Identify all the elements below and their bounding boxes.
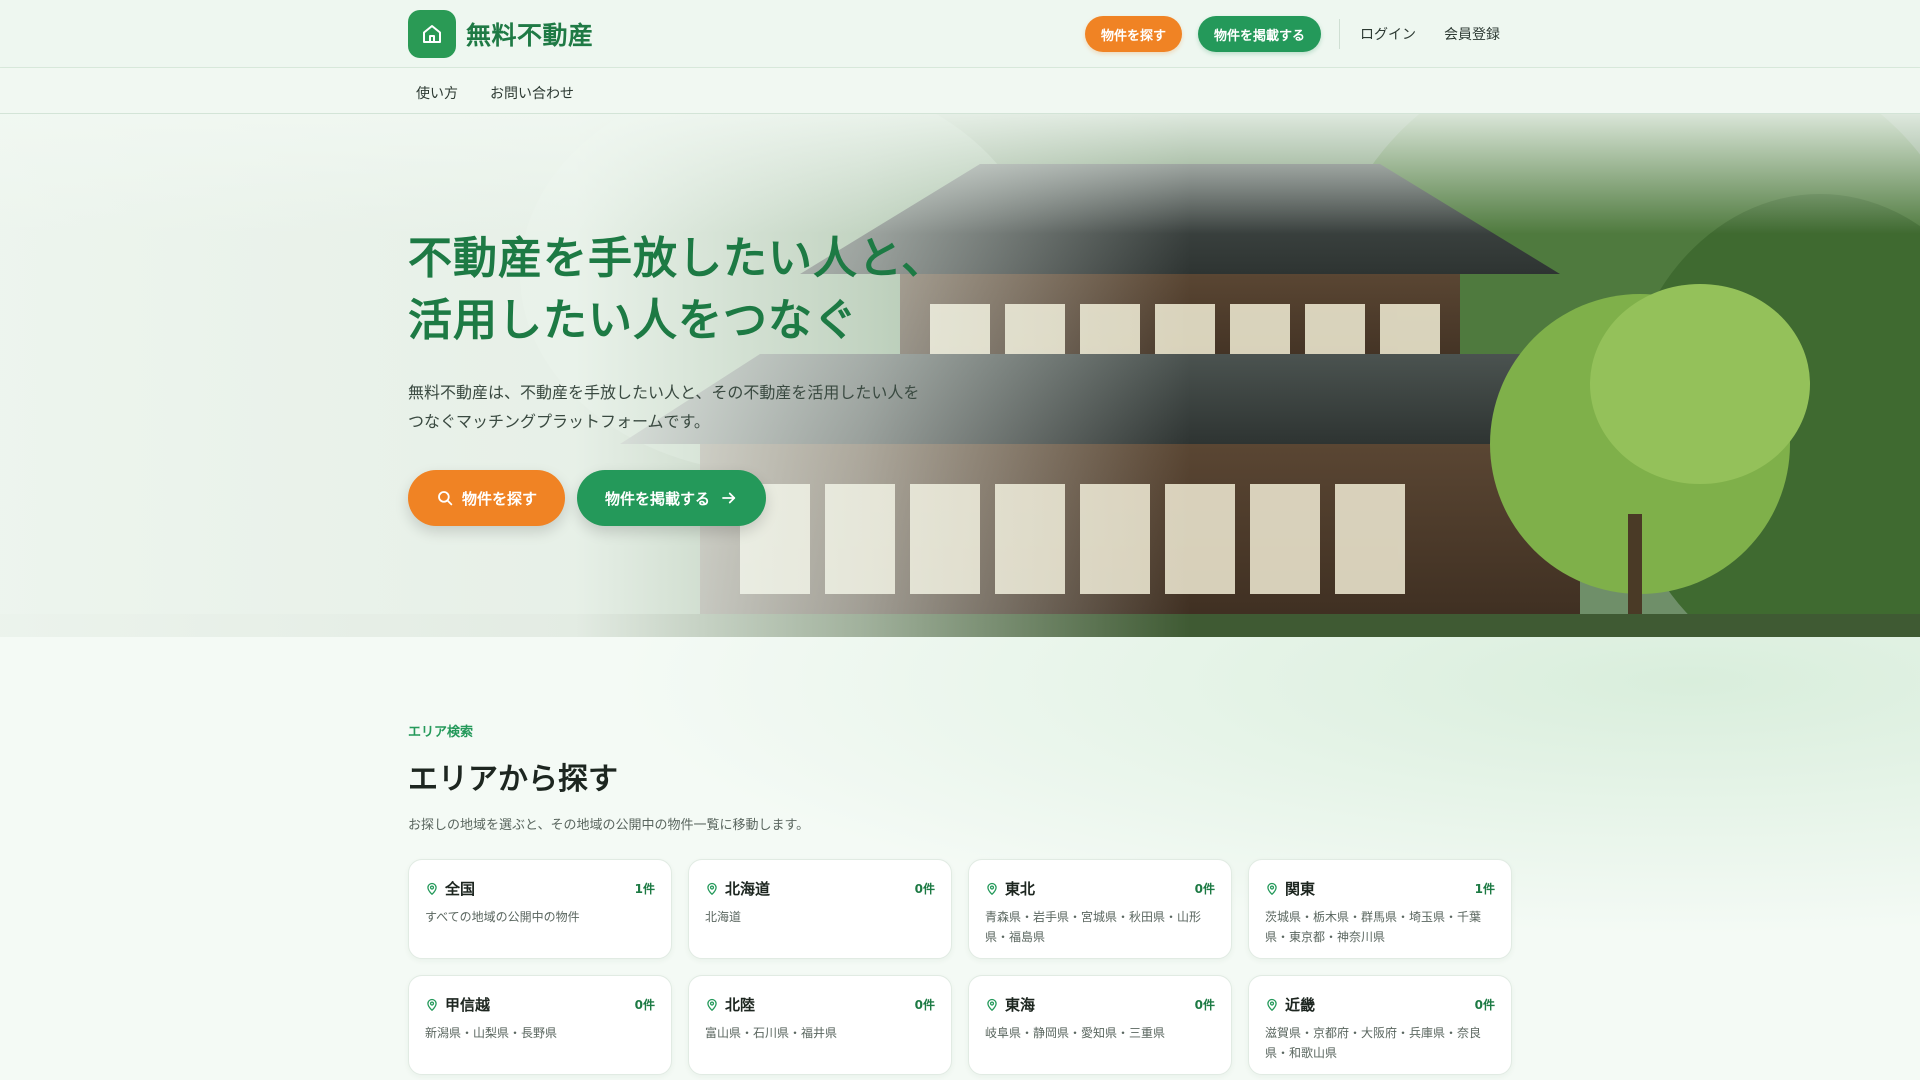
region-head: 東北	[985, 878, 1215, 899]
region-name: 関東	[1285, 880, 1316, 898]
region-head: 東海	[985, 994, 1215, 1015]
region-name: 東北	[1005, 880, 1036, 898]
region-prefectures: 茨城県・栃木県・群馬県・埼玉県・千葉県・東京都・神奈川県	[1265, 910, 1482, 944]
register-link[interactable]: 会員登録	[1444, 24, 1500, 44]
region-head: 関東	[1265, 878, 1495, 899]
region-prefectures: 滋賀県・京都府・大阪府・兵庫県・奈良県・和歌山県	[1265, 1026, 1482, 1060]
region-count: 0件	[914, 998, 935, 1012]
region-card[interactable]: 甲信越 0件新潟県・山梨県・長野県	[408, 975, 672, 1075]
region-prefectures: 岐阜県・静岡県・愛知県・三重県	[985, 1026, 1166, 1040]
area-description: お探しの地域を選ぶと、その地域の公開中の物件一覧に移動します。	[408, 818, 810, 833]
map-pin-icon	[427, 882, 437, 895]
hero-title: 不動産を手放したい人と、 活用したい人をつなぐ	[408, 228, 968, 352]
top-header: 無料不動産 物件を探す 物件を掲載する ログイン 会員登録	[0, 0, 1920, 68]
region-head: 近畿	[1265, 994, 1495, 1015]
region-card[interactable]: 北海道 0件 北海道	[688, 859, 952, 959]
area-eyebrow: エリア検索	[408, 725, 474, 740]
hero-buttons: 物件を探す 物件を掲載する	[408, 470, 968, 526]
site-logo[interactable]: 無料不動産	[408, 10, 594, 58]
map-pin-icon	[427, 998, 437, 1011]
hero-fade-top-overlay	[0, 114, 1920, 234]
hero-title-line-2: 活用したい人をつなぐ	[408, 295, 858, 346]
region-prefectures: 富山県・石川県・福井県	[705, 1026, 838, 1040]
region-card[interactable]: 全国 1件すべての地域の公開中の物件	[408, 859, 672, 959]
region-count: 0件	[1194, 882, 1215, 896]
hero-find-property-label: 物件を探す	[462, 489, 538, 508]
map-pin-icon	[707, 998, 717, 1011]
hero-post-property-button[interactable]: 物件を掲載する	[577, 470, 767, 526]
map-pin-icon	[707, 882, 717, 895]
map-pin-icon	[1267, 882, 1277, 895]
subnav-item-how-to-use[interactable]: 使い方	[416, 83, 458, 103]
hero-find-property-button[interactable]: 物件を探す	[408, 470, 566, 526]
header-actions: 物件を探す 物件を掲載する ログイン 会員登録	[1085, 16, 1528, 52]
region-name: 北海道	[725, 880, 771, 898]
region-prefectures: すべての地域の公開中の物件	[425, 910, 580, 924]
region-grid: 全国 1件 すべての地域の公開中の物件 北海道 0件 北海道 東北 0件 青森県・岩手県・宮城県…	[408, 859, 1512, 1075]
logo-text: 無料不動産	[466, 21, 594, 50]
region-prefectures: 新潟県・山梨県・長野県	[425, 1026, 558, 1040]
region-head: 北陸	[705, 994, 935, 1015]
area-title: エリアから探す	[408, 762, 618, 797]
region-name: 甲信越	[445, 996, 491, 1014]
hero-lead: 無料不動産は、不動産を手放したい人と、その不動産を活用したい人をつなぐマッチング…	[408, 383, 920, 431]
region-name: 北陸	[725, 996, 756, 1014]
region-card[interactable]: 北陸 0件富山県・石川県・福井県	[688, 975, 952, 1075]
region-prefectures: 北海道	[705, 910, 742, 924]
find-property-button[interactable]: 物件を探す	[1085, 16, 1183, 52]
region-count: 1件	[634, 882, 655, 896]
hero-content: 不動産を手放したい人と、 活用したい人をつなぐ 無料不動産は、不動産を手放したい…	[408, 228, 968, 526]
region-card[interactable]: 関東 1件茨城県・栃木県・群馬県・埼玉県・千葉県・東京都・神奈川県	[1248, 859, 1512, 959]
login-link[interactable]: ログイン	[1360, 24, 1416, 44]
region-head: 全国	[425, 878, 655, 899]
region-card[interactable]: 近畿 0件滋賀県・京都府・大阪府・兵庫県・奈良県・和歌山県	[1248, 975, 1512, 1075]
region-prefectures: 青森県・岩手県・宮城県・秋田県・山形県・福島県	[985, 910, 1202, 944]
arrow-right-icon	[722, 492, 736, 504]
region-count: 0件	[1194, 998, 1215, 1012]
post-property-button[interactable]: 物件を掲載する	[1198, 16, 1322, 52]
map-pin-icon	[1267, 998, 1277, 1011]
hero-post-property-label: 物件を掲載する	[605, 489, 711, 508]
sub-navigation: 使い方 お問い合わせ	[0, 68, 1920, 114]
area-search-section: エリア検索 エリアから探す お探しの地域を選ぶと、その地域の公開中の物件一覧に移…	[0, 637, 1920, 1080]
region-count: 1件	[1474, 882, 1495, 896]
region-count: 0件	[914, 882, 935, 896]
region-count: 0件	[634, 998, 655, 1012]
map-pin-icon	[987, 882, 997, 895]
region-name: 全国	[445, 880, 476, 898]
region-card[interactable]: 東海 0件岐阜県・静岡県・愛知県・三重県	[968, 975, 1232, 1075]
region-name: 東海	[1005, 996, 1036, 1014]
home-icon	[408, 10, 456, 58]
region-card[interactable]: 東北 0件青森県・岩手県・宮城県・秋田県・山形県・福島県	[968, 859, 1232, 959]
header-divider	[1339, 19, 1341, 49]
hero-title-line-1: 不動産を手放したい人と、	[408, 233, 947, 284]
region-head: 甲信越	[425, 994, 655, 1015]
region-head: 北海道	[705, 878, 935, 899]
region-count: 0件	[1474, 998, 1495, 1012]
map-pin-icon	[987, 998, 997, 1011]
subnav-item-contact[interactable]: お問い合わせ	[490, 83, 574, 103]
search-icon	[438, 491, 453, 506]
region-name: 近畿	[1285, 996, 1316, 1014]
hero-section: 不動産を手放したい人と、 活用したい人をつなぐ 無料不動産は、不動産を手放したい…	[0, 114, 1920, 637]
